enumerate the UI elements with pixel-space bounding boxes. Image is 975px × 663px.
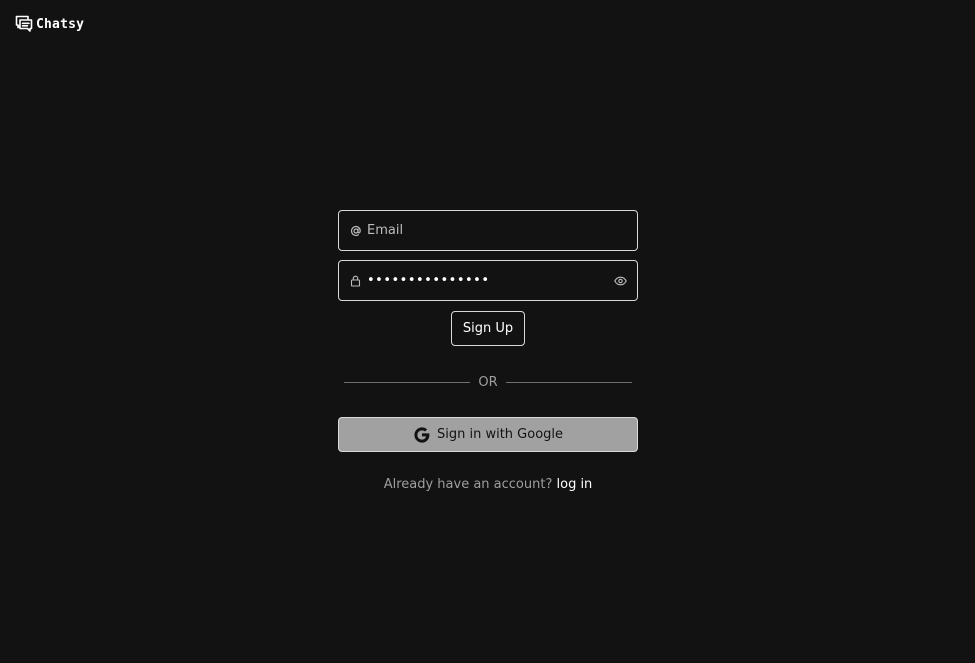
email-input[interactable] — [367, 220, 627, 241]
brand-logo[interactable]: Chatsy — [15, 15, 84, 33]
login-prompt-text: Already have an account? — [383, 477, 553, 492]
brand-name: Chatsy — [36, 16, 85, 32]
password-input[interactable] — [367, 270, 609, 291]
signup-form: Sign Up OR Sign in with Google Already h… — [338, 210, 638, 492]
divider-line-left — [344, 382, 471, 383]
login-prompt: Already have an account? log in — [338, 477, 638, 492]
at-sign-icon — [349, 224, 362, 237]
divider-line-right — [505, 382, 633, 383]
google-g-icon — [413, 426, 431, 444]
chat-bubble-icon — [15, 15, 33, 33]
eye-icon[interactable] — [613, 274, 627, 288]
google-signin-button[interactable]: Sign in with Google — [338, 417, 638, 452]
login-link[interactable]: log in — [557, 477, 593, 492]
email-field[interactable] — [338, 210, 638, 251]
password-field[interactable] — [338, 260, 638, 301]
google-signin-label: Sign in with Google — [436, 427, 564, 442]
or-divider: OR — [338, 375, 638, 390]
divider-label: OR — [478, 375, 498, 390]
signup-button-wrap: Sign Up — [338, 311, 638, 346]
lock-icon — [349, 274, 362, 287]
signup-button[interactable]: Sign Up — [450, 311, 526, 346]
signup-page: Chatsy Email ••••••••••••••• Sign Up OR … — [0, 0, 975, 663]
